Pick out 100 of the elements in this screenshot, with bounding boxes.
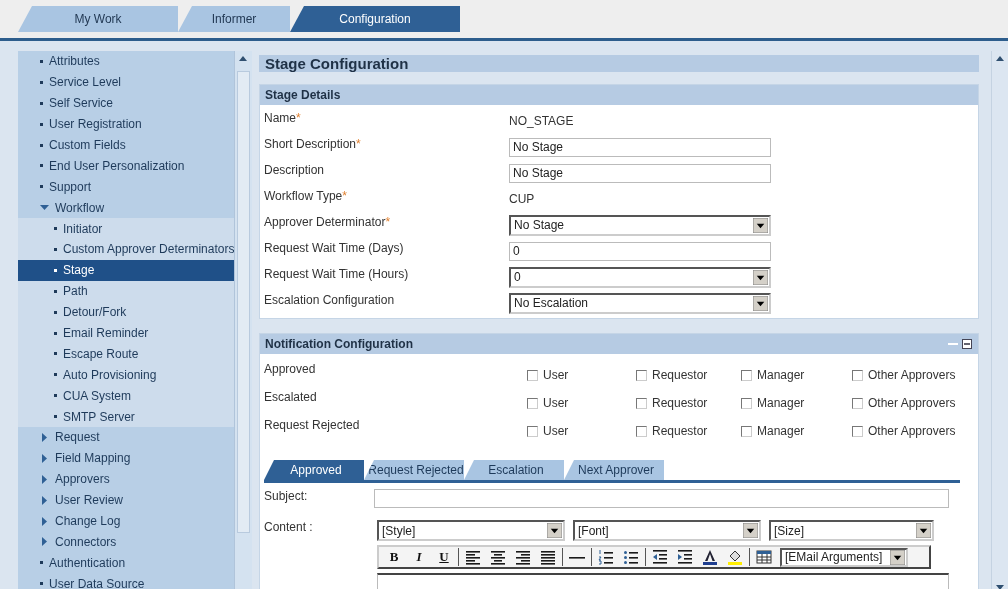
- align-right-icon[interactable]: [515, 549, 531, 565]
- required-marker: *: [356, 137, 361, 151]
- dropdown[interactable]: [Size]: [769, 520, 934, 541]
- sidebar-item[interactable]: Authentication: [18, 552, 235, 574]
- sidebar-item[interactable]: User Registration: [18, 113, 235, 135]
- checkbox[interactable]: [852, 397, 863, 409]
- dropdown[interactable]: No Escalation: [509, 292, 771, 314]
- text-color-icon[interactable]: [702, 549, 718, 565]
- sidebar-item[interactable]: User Data Source: [18, 573, 235, 589]
- dropdown-arrow-icon[interactable]: [753, 217, 768, 233]
- checkbox[interactable]: [741, 369, 752, 381]
- checkbox[interactable]: [527, 425, 538, 437]
- align-center-icon[interactable]: [490, 549, 506, 565]
- dropdown-arrow-icon[interactable]: [547, 523, 562, 538]
- bullet-icon: [54, 331, 57, 335]
- tab[interactable]: Informer: [178, 6, 290, 32]
- checkbox-label: Manager: [757, 424, 805, 438]
- sidebar-item[interactable]: Path: [18, 280, 235, 302]
- bullet-icon: [40, 143, 43, 147]
- sidebar-item[interactable]: Email Reminder: [18, 322, 235, 344]
- align-left-icon[interactable]: [465, 549, 481, 565]
- sidebar-item[interactable]: Support: [18, 176, 235, 198]
- sidebar-item[interactable]: SMTP Server: [18, 406, 235, 428]
- tab[interactable]: Configuration: [290, 6, 460, 32]
- bullet-icon: [40, 582, 43, 586]
- dropdown[interactable]: [EMail Arguments]: [780, 547, 908, 567]
- justify-icon[interactable]: [540, 549, 556, 565]
- checkbox-label: Other Approvers: [868, 396, 956, 410]
- field-label: Description: [264, 163, 325, 177]
- sidebar-item[interactable]: Self Service: [18, 92, 235, 114]
- dropdown[interactable]: [Font]: [573, 520, 761, 541]
- checkbox-label: Requestor: [652, 424, 708, 438]
- sidebar-item[interactable]: Attributes: [18, 51, 235, 72]
- dropdown-arrow-icon[interactable]: [890, 549, 905, 565]
- input-field[interactable]: 0: [509, 241, 771, 261]
- sidebar-item[interactable]: Initiator: [18, 218, 235, 239]
- sidebar-item[interactable]: User Review: [18, 489, 235, 511]
- bullet-list-icon[interactable]: [623, 549, 639, 565]
- collapse-icon[interactable]: [962, 339, 972, 349]
- checkbox[interactable]: [852, 425, 863, 437]
- bullet-icon: [54, 394, 57, 398]
- indent-icon[interactable]: [677, 549, 693, 565]
- bullet-icon: [54, 227, 57, 231]
- dropdown[interactable]: [Style]: [377, 520, 565, 541]
- table-icon[interactable]: [756, 549, 772, 565]
- dropdown[interactable]: 0: [509, 266, 771, 288]
- checkbox[interactable]: [636, 425, 647, 437]
- sidebar-item[interactable]: CUA System: [18, 385, 235, 407]
- tab[interactable]: Request Rejected: [364, 460, 464, 480]
- page-title: Stage Configuration: [259, 55, 979, 72]
- sidebar-item[interactable]: End User Personalization: [18, 155, 235, 177]
- sidebar-item[interactable]: Escape Route: [18, 343, 235, 365]
- checkbox[interactable]: [741, 425, 752, 437]
- field-label: Request Wait Time (Days): [264, 241, 404, 255]
- italic-button[interactable]: I: [408, 548, 430, 566]
- bullet-icon: [40, 80, 43, 84]
- underline-button[interactable]: U: [433, 548, 455, 566]
- section-header: Notification Configuration: [265, 337, 413, 351]
- checkbox[interactable]: [636, 397, 647, 409]
- sidebar-item[interactable]: Service Level: [18, 71, 235, 93]
- field-label: Subject:: [264, 489, 309, 505]
- dropdown[interactable]: No Stage: [509, 214, 771, 236]
- dropdown-arrow-icon[interactable]: [753, 295, 768, 311]
- checkbox-label: User: [543, 368, 569, 382]
- checkbox-label: Other Approvers: [868, 424, 956, 438]
- tab[interactable]: Next Approver: [564, 460, 664, 480]
- field-label: Name: [264, 111, 296, 125]
- sidebar-item[interactable]: Approvers: [18, 468, 235, 490]
- outdent-icon[interactable]: [652, 549, 668, 565]
- checkbox[interactable]: [527, 397, 538, 409]
- sidebar-item[interactable]: Custom Fields: [18, 134, 235, 156]
- sidebar-item[interactable]: Field Mapping: [18, 447, 235, 469]
- checkbox[interactable]: [741, 397, 752, 409]
- row-label: Escalated: [264, 390, 318, 404]
- tab[interactable]: My Work: [18, 6, 178, 32]
- input-field[interactable]: No Stage: [509, 137, 771, 157]
- numbered-list-icon[interactable]: [598, 549, 614, 565]
- sidebar-item[interactable]: Stage: [18, 259, 235, 281]
- sidebar-item[interactable]: Change Log: [18, 510, 235, 532]
- subject-field[interactable]: [374, 489, 949, 508]
- sidebar-item[interactable]: Custom Approver Determinators: [18, 239, 235, 260]
- sidebar-item[interactable]: Detour/Fork: [18, 301, 235, 323]
- dropdown-arrow-icon[interactable]: [753, 269, 768, 285]
- tab[interactable]: Escalation: [464, 460, 564, 480]
- bullet-icon: [40, 59, 43, 63]
- sidebar-item[interactable]: Connectors: [18, 531, 235, 553]
- tab[interactable]: Approved: [264, 460, 364, 480]
- dropdown-arrow-icon[interactable]: [743, 523, 758, 538]
- sidebar-item[interactable]: Request: [18, 427, 235, 448]
- checkbox[interactable]: [527, 369, 538, 381]
- sidebar-item[interactable]: Auto Provisioning: [18, 364, 235, 386]
- sidebar-item[interactable]: Workflow: [18, 197, 235, 219]
- bullet-icon: [54, 415, 57, 419]
- input-field[interactable]: No Stage: [509, 163, 771, 183]
- checkbox[interactable]: [636, 369, 647, 381]
- bullet-icon: [54, 289, 57, 293]
- bold-button[interactable]: B: [383, 548, 405, 566]
- checkbox[interactable]: [852, 369, 863, 381]
- dropdown-arrow-icon[interactable]: [916, 523, 931, 538]
- scrollbar-thumb[interactable]: [237, 71, 250, 533]
